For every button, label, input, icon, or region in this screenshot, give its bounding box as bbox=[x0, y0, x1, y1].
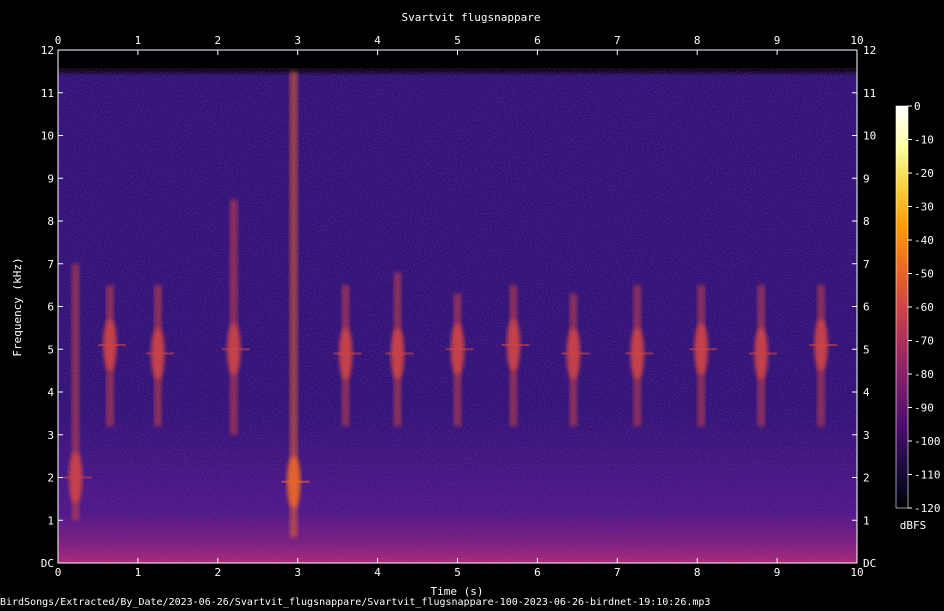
y-tick-label-right: 6 bbox=[863, 301, 870, 314]
y-tick-label-left: 12 bbox=[41, 44, 54, 57]
x-tick-label-top: 9 bbox=[774, 34, 781, 47]
x-tick-label-bottom: 3 bbox=[294, 566, 301, 579]
colorbar-tick-label: -120 bbox=[914, 502, 941, 515]
y-tick-label-right: 11 bbox=[863, 87, 876, 100]
x-tick-label-top: 2 bbox=[214, 34, 221, 47]
y-tick-label-right: 7 bbox=[863, 258, 870, 271]
y-tick-label-right: 5 bbox=[863, 343, 870, 356]
x-tick-label-bottom: 6 bbox=[534, 566, 541, 579]
x-tick-label-bottom: 4 bbox=[374, 566, 381, 579]
colorbar: 0 -10 -20 -30 -40 -50 -60 -70 -80 -90 -100 -110 -120… bbox=[895, 100, 941, 532]
y-tick-label-right: 12 bbox=[863, 44, 876, 57]
y-tick-label-right: 2 bbox=[863, 472, 870, 485]
x-tick-label-bottom: 9 bbox=[774, 566, 781, 579]
colorbar-tick-label: -40 bbox=[914, 234, 934, 247]
x-tick-label-bottom: 0 bbox=[55, 566, 62, 579]
y-axis-label: Frequency (kHz) bbox=[11, 257, 24, 356]
y-tick-label-left: 9 bbox=[47, 172, 54, 185]
colorbar-tick-label: -10 bbox=[914, 134, 934, 147]
y-tick-label-left: 6 bbox=[47, 301, 54, 314]
x-tick-label-bottom: 2 bbox=[214, 566, 221, 579]
x-tick-label-top: 5 bbox=[454, 34, 461, 47]
colorbar-ticks: 0 -10 -20 -30 -40 -50 -60 -70 -80 -90 -100 -110 -120 bbox=[908, 100, 941, 515]
y-tick-label-left: 11 bbox=[41, 87, 54, 100]
y-tick-label-right: 4 bbox=[863, 386, 870, 399]
spectrogram-figure: Svartvit flugsnappare 0 1 2 3 4 5 6 7 8 9 10 01234… bbox=[11, 11, 941, 598]
x-tick-label-top: 3 bbox=[294, 34, 301, 47]
colorbar-tick-label: -20 bbox=[914, 167, 934, 180]
x-tick-label-bottom: 5 bbox=[454, 566, 461, 579]
x-tick-label-top: 4 bbox=[374, 34, 381, 47]
colorbar-tick-label: -50 bbox=[914, 268, 934, 281]
x-tick-label-top: 6 bbox=[534, 34, 541, 47]
y-tick-label-left: 10 bbox=[41, 130, 54, 143]
colorbar-tick-label: -70 bbox=[914, 335, 934, 348]
y-tick-label-left: DC bbox=[41, 557, 54, 570]
x-tick-label-bottom: 1 bbox=[135, 566, 142, 579]
call-band bbox=[229, 199, 238, 435]
colorbar-gradient bbox=[895, 105, 909, 509]
x-tick-label-top: 8 bbox=[694, 34, 701, 47]
y-tick-label-left: 8 bbox=[47, 215, 54, 228]
colorbar-label: dBFS bbox=[900, 519, 927, 532]
x-tick-label-bottom: 8 bbox=[694, 566, 701, 579]
colorbar-tick-label: -100 bbox=[914, 435, 941, 448]
x-tick-label-bottom: 7 bbox=[614, 566, 621, 579]
colorbar-tick-label: -30 bbox=[914, 201, 934, 214]
colorbar-tick-label: -80 bbox=[914, 368, 934, 381]
y-tick-label-left: 2 bbox=[47, 472, 54, 485]
y-tick-label-right: DC bbox=[863, 557, 876, 570]
colorbar-tick-label: -90 bbox=[914, 402, 934, 415]
y-tick-label-right: 9 bbox=[863, 172, 870, 185]
y-tick-label-left: 3 bbox=[47, 429, 54, 442]
spectrogram-plot bbox=[57, 49, 858, 564]
y-tick-label-right: 10 bbox=[863, 130, 876, 143]
x-tick-label-bottom: 10 bbox=[850, 566, 863, 579]
x-tick-label-top: 7 bbox=[614, 34, 621, 47]
x-tick-label-top: 0 bbox=[55, 34, 62, 47]
y-tick-label-left: 4 bbox=[47, 386, 54, 399]
y-tick-label-right: 1 bbox=[863, 514, 870, 527]
y-tick-label-left: 5 bbox=[47, 343, 54, 356]
y-tick-label-left: 7 bbox=[47, 258, 54, 271]
y-tick-label-right: 8 bbox=[863, 215, 870, 228]
chart-title: Svartvit flugsnappare bbox=[401, 11, 540, 24]
y-tick-label-left: 1 bbox=[47, 514, 54, 527]
x-tick-label-top: 1 bbox=[135, 34, 142, 47]
x-tick-label-top: 10 bbox=[850, 34, 863, 47]
colorbar-tick-label: 0 bbox=[914, 100, 921, 113]
colorbar-tick-label: -60 bbox=[914, 301, 934, 314]
y-tick-label-right: 3 bbox=[863, 429, 870, 442]
colorbar-tick-label: -110 bbox=[914, 469, 941, 482]
file-path-footer: BirdSongs/Extracted/By_Date/2023-06-26/S… bbox=[0, 597, 711, 608]
